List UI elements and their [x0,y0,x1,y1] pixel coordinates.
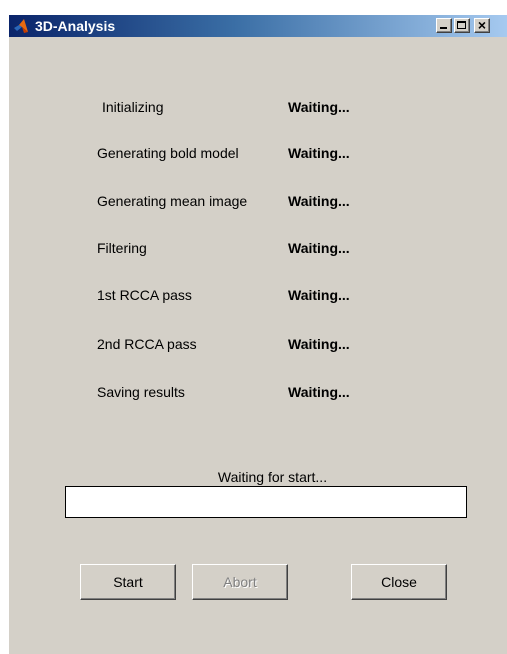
status-message: Waiting for start... [217,469,328,485]
minimize-icon [437,19,451,32]
step-label-mean-image: Generating mean image [97,193,248,209]
step-status-filtering: Waiting... [288,240,350,256]
title-bar[interactable]: 3D-Analysis × [9,15,507,37]
step-status-mean-image: Waiting... [288,193,350,209]
maximize-icon [455,19,469,32]
matlab-logo-icon [14,19,28,33]
step-label-filtering: Filtering [97,240,147,256]
step-status-1st-rcca: Waiting... [288,287,350,303]
step-status-initializing: Waiting... [288,99,350,115]
close-button[interactable]: Close [351,564,447,600]
window-title: 3D-Analysis [35,18,116,34]
step-label-bold-model: Generating bold model [97,145,239,161]
maximize-button[interactable] [454,18,470,33]
step-status-2nd-rcca: Waiting... [288,336,350,352]
analysis-window: 3D-Analysis × Initializing Waiting... Ge… [8,14,507,654]
step-label-initializing: Initializing [102,99,164,115]
minimize-button[interactable] [436,18,452,33]
step-status-saving: Waiting... [288,384,350,400]
abort-button[interactable]: Abort [192,564,288,600]
close-window-button[interactable]: × [474,17,490,33]
progress-bar [65,486,467,518]
close-icon: × [477,17,487,33]
step-label-2nd-rcca: 2nd RCCA pass [97,336,197,352]
start-button[interactable]: Start [80,564,176,600]
step-status-bold-model: Waiting... [288,145,350,161]
step-label-1st-rcca: 1st RCCA pass [97,287,192,303]
step-label-saving: Saving results [97,384,185,400]
